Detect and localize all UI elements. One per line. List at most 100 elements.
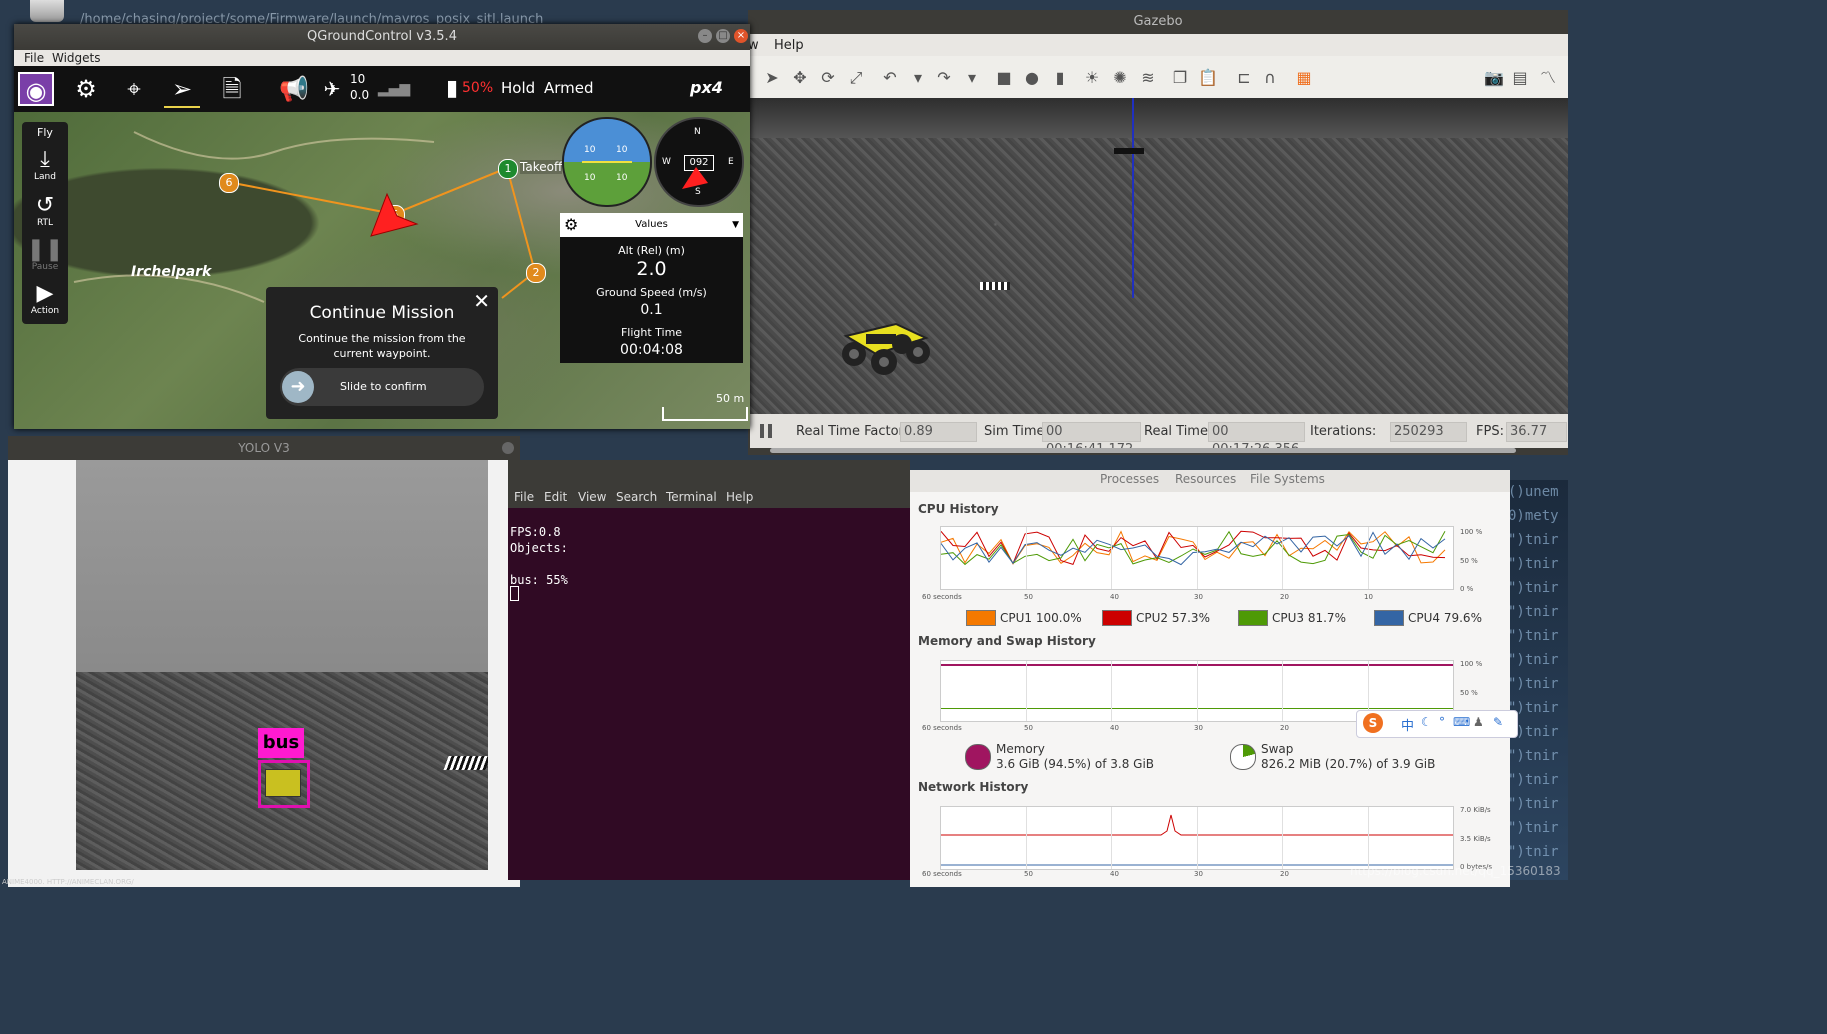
flight-mode[interactable]: Hold [501, 79, 535, 97]
analyze-icon[interactable]: 🗎 [214, 72, 250, 106]
menu-widgets[interactable]: Widgets [52, 51, 101, 65]
values-gear-icon[interactable]: ⚙ [564, 213, 578, 237]
tab-file-systems[interactable]: File Systems [1250, 472, 1325, 486]
bg-code-line: ")tnir [1508, 748, 1559, 764]
redo-icon[interactable]: ↷ [934, 68, 954, 88]
cpu-line [941, 530, 1446, 566]
align-icon[interactable]: ⊏ [1234, 68, 1254, 88]
gps-satellite-icon[interactable]: ✈ [314, 72, 350, 106]
map-scale-label: 50 m [716, 392, 745, 405]
pitch-up-left: 10 [584, 145, 596, 155]
rc-signal-icon[interactable]: ▂▄▆ [376, 72, 412, 106]
real-time-value: 00 00:17:26.356 [1208, 422, 1305, 457]
yolo-title: YOLO V3 [8, 436, 520, 460]
minimize-button[interactable]: – [698, 29, 712, 43]
gazebo-scrollbar[interactable] [770, 448, 1516, 453]
chevron-down-icon[interactable]: ▾ [962, 68, 982, 88]
cpu-color-swatch[interactable] [966, 610, 996, 626]
ime-wrench-icon[interactable]: ✎ [1493, 715, 1503, 729]
compass-e: E [728, 157, 734, 167]
plan-route-icon[interactable]: ⌖ [116, 72, 152, 106]
scale-icon[interactable]: ⤢ [846, 68, 866, 88]
waypoint-6[interactable]: 6 [219, 173, 239, 193]
plot-icon[interactable]: 〽 [1538, 68, 1558, 88]
undo-icon[interactable]: ↶ [880, 68, 900, 88]
grid-line [1197, 661, 1198, 721]
slide-to-confirm[interactable]: ➜ Slide to confirm [280, 368, 484, 406]
cpu-color-swatch[interactable] [1238, 610, 1268, 626]
terminal-menu-help[interactable]: Help [726, 490, 753, 504]
yolo-close-button[interactable] [502, 442, 514, 454]
rover-model [842, 322, 930, 375]
terminal-menu-edit[interactable]: Edit [544, 490, 567, 504]
ime-user-icon[interactable]: ♟ [1473, 715, 1484, 729]
ime-mode[interactable]: 中 [1401, 715, 1414, 734]
directional-light-icon[interactable]: ≋ [1138, 68, 1158, 88]
qgc-logo-icon[interactable]: ◉ [18, 72, 54, 106]
cylinder-icon[interactable]: ▮ [1050, 68, 1070, 88]
menu-help[interactable]: Help [774, 38, 804, 53]
rtl-button[interactable]: ↺ RTL [22, 194, 68, 229]
gazebo-3d-scene[interactable] [750, 98, 1568, 414]
paste-icon[interactable]: 📋 [1198, 68, 1218, 88]
pause-mission-button[interactable]: ❚❚ Pause [22, 238, 68, 273]
waypoint-1-takeoff[interactable]: 1 [498, 159, 518, 179]
settings-gears-icon[interactable]: ⚙ [68, 72, 104, 106]
iterations-value: 250293 [1390, 422, 1467, 442]
camera-icon[interactable]: 📷 [1484, 68, 1504, 88]
values-dropdown-icon[interactable]: ▼ [732, 213, 739, 237]
ground-speed-label: Ground Speed (m/s) [596, 286, 707, 299]
rotate-icon[interactable]: ⟳ [818, 68, 838, 88]
pause-button[interactable] [760, 424, 772, 438]
tab-processes[interactable]: Processes [1100, 472, 1159, 486]
sogou-logo-icon[interactable]: S [1363, 713, 1383, 733]
terminal-menu-view[interactable]: View [578, 490, 606, 504]
close-button[interactable]: × [734, 29, 748, 43]
select-arrow-icon[interactable]: ➤ [762, 68, 782, 88]
armed-status[interactable]: Armed [544, 79, 594, 97]
snap-icon[interactable]: ▦ [1294, 68, 1314, 88]
terminal-menu-terminal[interactable]: Terminal [666, 490, 717, 504]
tab-resources[interactable]: Resources [1175, 472, 1236, 486]
translate-icon[interactable]: ✥ [790, 68, 810, 88]
qgc-toolbar: ◉ ⚙ ⌖ ➢ 🗎 📢 ✈ 10 0.0 ▂▄▆ ▮ 50% Hold Arme… [14, 66, 750, 112]
grid-line [1111, 527, 1112, 589]
slide-arrow-icon[interactable]: ➜ [282, 371, 314, 403]
fly-view-icon[interactable]: ➢ [164, 72, 200, 108]
point-light-icon[interactable]: ✺ [1110, 68, 1130, 88]
memory-pie-icon [965, 744, 991, 770]
terminal-output[interactable]: FPS:0.8 Objects: bus: 55% [510, 524, 568, 588]
cpu-color-swatch[interactable] [1374, 610, 1404, 626]
log-icon[interactable]: ▤ [1510, 68, 1530, 88]
copy-icon[interactable]: ❐ [1170, 68, 1190, 88]
grid-line [1026, 661, 1027, 721]
ime-punct-icon[interactable]: ° [1439, 715, 1445, 729]
ime-toolbar[interactable]: S 中 ☾ ° ⌨ ♟ ✎ [1356, 710, 1518, 738]
terminal-menu-search[interactable]: Search [616, 490, 657, 504]
qgc-map[interactable]: Fly ⤓ Land ↺ RTL ❚❚ Pause ▶ Action Irchelpar… [14, 112, 750, 429]
terminal-menu-file[interactable]: File [514, 490, 534, 504]
watermark: ANIME4000. HTTP://ANIMECLAN.ORG/ [2, 878, 134, 886]
ime-keyboard-icon[interactable]: ⌨ [1453, 715, 1470, 729]
sun-icon[interactable]: ☀ [1082, 68, 1102, 88]
swap-pie-icon [1230, 744, 1256, 770]
magnet-icon[interactable]: ∩ [1260, 68, 1280, 88]
alt-label: Alt (Rel) (m) [618, 244, 685, 257]
waypoint-2[interactable]: 2 [526, 263, 546, 283]
net-y-mid: 3.5 KiB/s [1460, 835, 1491, 843]
box-icon[interactable]: ■ [994, 68, 1014, 88]
sphere-icon[interactable]: ● [1022, 68, 1042, 88]
values-header[interactable]: ⚙ Values ▼ [560, 213, 743, 237]
swap-detail: 826.2 MiB (20.7%) of 3.9 GiB [1261, 757, 1436, 771]
messages-megaphone-icon[interactable]: 📢 [276, 72, 312, 106]
action-button[interactable]: ▶ Action [22, 282, 68, 317]
grid-line [1282, 527, 1283, 589]
trash-icon[interactable] [30, 0, 64, 22]
menu-file[interactable]: File [24, 51, 44, 65]
chevron-down-icon[interactable]: ▾ [908, 68, 928, 88]
maximize-button[interactable]: □ [716, 29, 730, 43]
land-button[interactable]: ⤓ Land [22, 148, 68, 183]
ime-moon-icon[interactable]: ☾ [1421, 715, 1432, 729]
cpu-color-swatch[interactable] [1102, 610, 1132, 626]
gazebo-status-bar: Real Time Factor: 0.89 Sim Time: 00 00:1… [750, 414, 1568, 457]
